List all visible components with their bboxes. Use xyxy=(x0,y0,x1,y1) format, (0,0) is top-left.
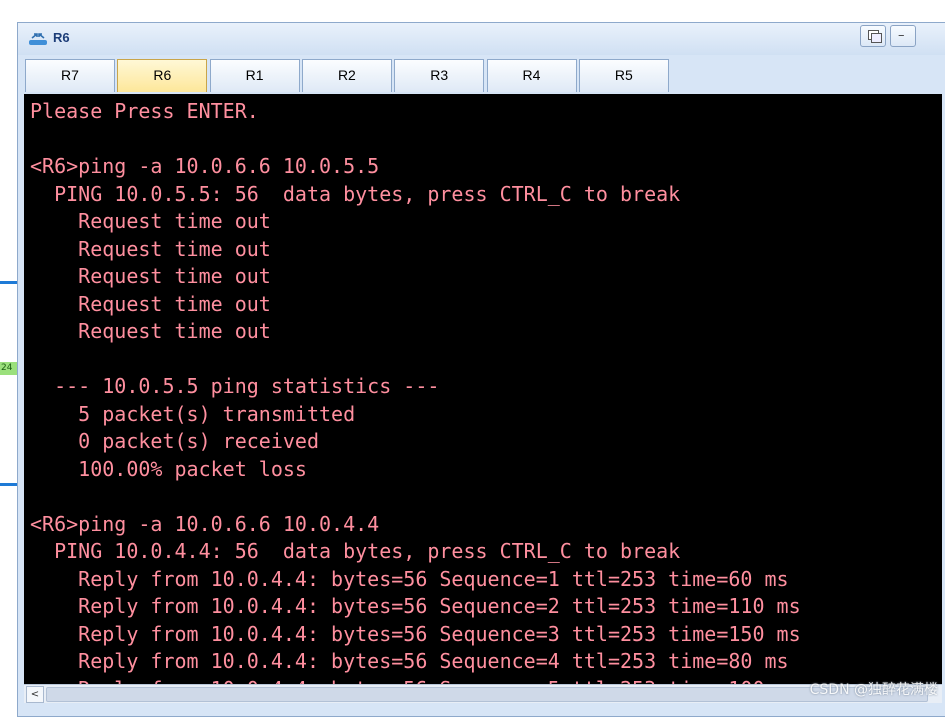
device-tab-bar: R7 R6 R1 R2 R3 R4 R5 xyxy=(18,55,945,95)
scroll-thumb[interactable] xyxy=(46,687,928,702)
tab-r5[interactable]: R5 xyxy=(578,59,669,92)
tab-r4[interactable]: R4 xyxy=(486,59,577,92)
terminal-line: Reply from 10.0.4.4: bytes=56 Sequence=2… xyxy=(30,594,801,618)
terminal-line: Reply from 10.0.4.4: bytes=56 Sequence=1… xyxy=(30,566,789,591)
terminal-console[interactable]: Please Press ENTER. <R6>ping -a 10.0.6.6… xyxy=(24,94,942,684)
terminal-line: 5 packet(s) transmitted xyxy=(30,401,356,426)
tab-r3[interactable]: R3 xyxy=(394,59,485,92)
tab-r6[interactable]: R6 xyxy=(117,59,208,92)
tab-r2[interactable]: R2 xyxy=(301,59,392,92)
terminal-line: <R6>ping -a 10.0.6.6 10.0.4.4 xyxy=(30,511,380,536)
terminal-line: Reply from 10.0.4.4: bytes=56 Sequence=4… xyxy=(30,649,789,673)
terminal-line: Request time out xyxy=(30,209,271,233)
restore-button[interactable] xyxy=(860,25,886,47)
title-bar[interactable]: R6 – xyxy=(18,23,945,55)
background-link-line xyxy=(0,483,18,486)
minimize-icon: – xyxy=(898,28,905,43)
terminal-output: Please Press ENTER. <R6>ping -a 10.0.6.6… xyxy=(24,94,942,684)
watermark: CSDN @独醉花满楼 xyxy=(809,682,938,698)
terminal-line: Reply from 10.0.4.4: bytes=56 Sequence=5… xyxy=(30,676,942,685)
tab-r1[interactable]: R1 xyxy=(209,59,300,92)
minimize-button[interactable]: – xyxy=(890,25,916,47)
window-title: R6 xyxy=(53,30,70,45)
terminal-line: <R6>ping -a 10.0.6.6 10.0.5.5 xyxy=(30,154,380,178)
background-interface-tag: 24 xyxy=(0,362,18,375)
horizontal-scrollbar[interactable]: < CSDN @独醉花满楼 xyxy=(24,682,942,703)
terminal-line: Request time out xyxy=(30,291,271,316)
terminal-line: Reply from 10.0.4.4: bytes=56 Sequence=3… xyxy=(30,621,801,646)
background-link-line xyxy=(0,281,18,284)
terminal-line: 0 packet(s) received xyxy=(30,429,319,453)
terminal-line: --- 10.0.5.5 ping statistics --- xyxy=(30,374,440,398)
terminal-line: Request time out xyxy=(30,236,271,261)
tab-r7[interactable]: R7 xyxy=(25,59,115,92)
terminal-line: Please Press ENTER. xyxy=(30,99,259,123)
terminal-line: PING 10.0.5.5: 56 data bytes, press CTRL… xyxy=(30,181,681,206)
scroll-left-arrow-icon[interactable]: < xyxy=(26,686,44,703)
terminal-line: Request time out xyxy=(30,319,271,343)
router-icon xyxy=(29,33,47,45)
terminal-line: 100.00% packet loss xyxy=(30,456,307,481)
terminal-line: Request time out xyxy=(30,264,271,288)
console-window: R6 – R7 R6 R1 R2 R3 R4 R5 Please Press ENTER. … xyxy=(17,22,945,717)
terminal-line: PING 10.0.4.4: 56 data bytes, press CTRL… xyxy=(30,539,681,563)
restore-icon-back xyxy=(871,33,882,43)
